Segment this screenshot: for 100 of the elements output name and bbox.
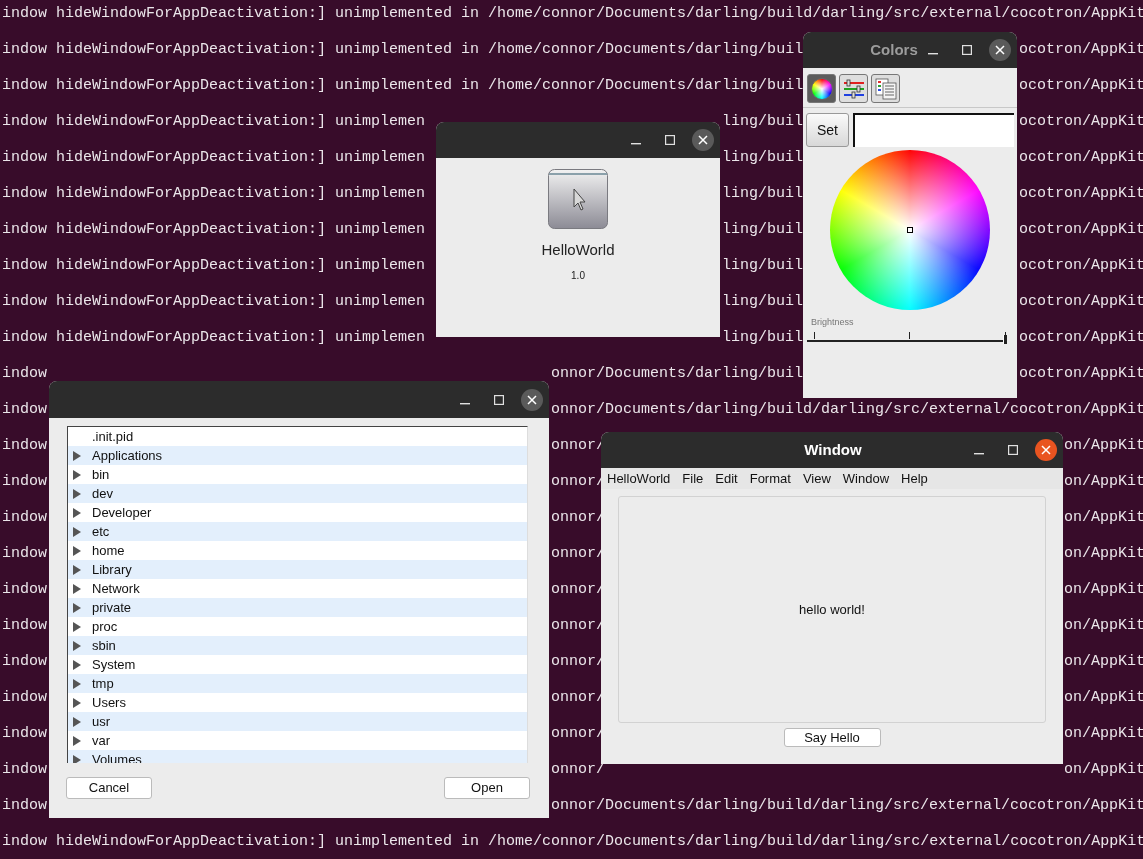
disclosure-triangle-icon[interactable] [72, 678, 82, 689]
terminal-text: indow [2, 471, 47, 492]
terminal-text: onnor/ [551, 651, 605, 672]
terminal-text: ling/buil [722, 255, 803, 276]
disclosure-triangle-icon[interactable] [72, 450, 82, 461]
disclosure-triangle-icon[interactable] [72, 735, 82, 746]
terminal-text: onnor/ [551, 687, 605, 708]
file-name: tmp [92, 674, 114, 693]
terminal-text: indow [2, 795, 47, 816]
menu-item[interactable]: HelloWorld [607, 468, 671, 489]
file-row[interactable]: Library [68, 560, 527, 579]
file-row[interactable]: etc [68, 522, 527, 541]
terminal-text: onnor/ [551, 507, 605, 528]
file-name: private [92, 598, 132, 617]
file-row[interactable]: dev [68, 484, 527, 503]
terminal-text: on/AppKit [1064, 723, 1143, 744]
terminal-text: on/AppKit [1064, 579, 1143, 600]
terminal-text: ling/buil [722, 291, 803, 312]
terminal-text: indow [2, 543, 47, 564]
terminal-text: ocotron/AppKit [1019, 219, 1143, 240]
file-name: usr [92, 712, 111, 731]
slider-thumb[interactable] [1003, 335, 1007, 344]
dialog-button[interactable]: Cancel [66, 777, 152, 799]
terminal-text: ling/buil [722, 147, 803, 168]
file-row[interactable]: tmp [68, 674, 527, 693]
menu-item[interactable]: Help [901, 468, 928, 489]
disclosure-triangle-icon[interactable] [72, 564, 82, 575]
color-wheel-icon [810, 77, 833, 100]
menu-item[interactable]: Edit [715, 468, 738, 489]
file-name: bin [92, 465, 110, 484]
terminal-text: onnor/ [551, 723, 605, 744]
terminal-text: indow hideWindowForAppDeactivation:] unimplemented in /home/connor/Documents/darling/buil [2, 75, 803, 96]
terminal-text: indow [2, 435, 47, 456]
maximize-icon [962, 45, 972, 55]
color-mode-tab[interactable] [807, 74, 836, 103]
file-row[interactable]: sbin [68, 636, 527, 655]
sliders-icon [842, 78, 865, 99]
disclosure-triangle-icon[interactable] [72, 583, 82, 594]
disclosure-triangle-icon[interactable] [72, 716, 82, 727]
terminal-text: indow [2, 507, 47, 528]
disclosure-triangle-icon[interactable] [72, 507, 82, 518]
app-version: 1.0 [571, 268, 585, 283]
set-button[interactable]: Set [806, 113, 849, 147]
menu-item[interactable]: Window [842, 468, 890, 489]
terminal-text: indow [2, 759, 47, 780]
terminal-text: onnor/ [551, 615, 605, 636]
terminal-text: on/AppKit [1064, 687, 1143, 708]
disclosure-triangle-icon[interactable] [72, 545, 82, 556]
dialog-button[interactable]: Open [444, 777, 530, 799]
minimize-icon [460, 402, 470, 405]
file-row[interactable]: private [68, 598, 527, 617]
terminal-text: onnor/ [551, 435, 605, 456]
color-picker-marker[interactable] [907, 227, 913, 233]
minimize-icon [974, 453, 984, 455]
terminal-text: indow hideWindowForAppDeactivation:] unimplemented in /home/connor/Documents/darling/build/darling/src/external/cocotron/AppKit [2, 831, 1143, 852]
disclosure-triangle-icon[interactable] [72, 621, 82, 632]
file-name: dev [92, 484, 113, 503]
terminal-text: indow [2, 615, 47, 636]
close-button[interactable] [989, 39, 1011, 61]
menu-item[interactable]: File [682, 468, 704, 489]
disclosure-triangle-icon[interactable] [72, 640, 82, 651]
terminal-text: ling/buil [722, 183, 803, 204]
disclosure-triangle-icon[interactable] [72, 602, 82, 613]
menu-item[interactable]: View [802, 468, 831, 489]
app-icon [548, 169, 608, 229]
file-row[interactable]: Applications [68, 446, 527, 465]
file-name: Applications [92, 446, 163, 465]
disclosure-triangle-icon[interactable] [72, 488, 82, 499]
color-name-field[interactable] [853, 113, 1014, 147]
terminal-text: ocotron/AppKit [1019, 255, 1143, 276]
disclosure-triangle-icon[interactable] [72, 754, 82, 763]
file-name: etc [92, 522, 110, 541]
terminal-text: indow hideWindowForAppDeactivation:] unimplemented in /home/connor/Documents/darling/build/darling/src/external/cocotron/AppKit [2, 3, 1143, 24]
brightness-slider[interactable] [807, 330, 1007, 344]
terminal-text: ocotron/AppKit [1019, 39, 1143, 60]
color-mode-tab[interactable] [839, 74, 868, 103]
disclosure-triangle-icon[interactable] [72, 526, 82, 537]
terminal-text: ling/buil [722, 111, 803, 132]
terminal-text: on/AppKit [1064, 615, 1143, 636]
color-mode-tab[interactable] [871, 74, 900, 103]
say-hello-button[interactable]: Say Hello [783, 728, 881, 747]
maximize-icon [1008, 445, 1018, 455]
terminal-text: indow hideWindowForAppDeactivation:] unimplemen [2, 327, 427, 348]
terminal-text: onnor/Documents/darling/build/darling/src/external/cocotron/AppKit [551, 795, 1143, 816]
disclosure-triangle-icon[interactable] [72, 697, 82, 708]
maximize-icon [494, 394, 504, 405]
terminal-text: indow [2, 579, 47, 600]
menu-item[interactable]: Format [749, 468, 791, 489]
close-button[interactable] [1035, 439, 1057, 461]
file-name: .init.pid [92, 427, 134, 446]
terminal-text: on/AppKit [1064, 651, 1143, 672]
file-row[interactable]: Volumes [68, 750, 527, 763]
close-button[interactable] [521, 388, 543, 411]
terminal-text: on/AppKit [1064, 543, 1143, 564]
file-name: Library [92, 560, 132, 579]
close-button[interactable] [692, 129, 714, 151]
disclosure-triangle-icon[interactable] [72, 469, 82, 480]
disclosure-triangle-icon[interactable] [72, 659, 82, 670]
file-row[interactable]: usr [68, 712, 527, 731]
file-name: Users [92, 693, 126, 712]
